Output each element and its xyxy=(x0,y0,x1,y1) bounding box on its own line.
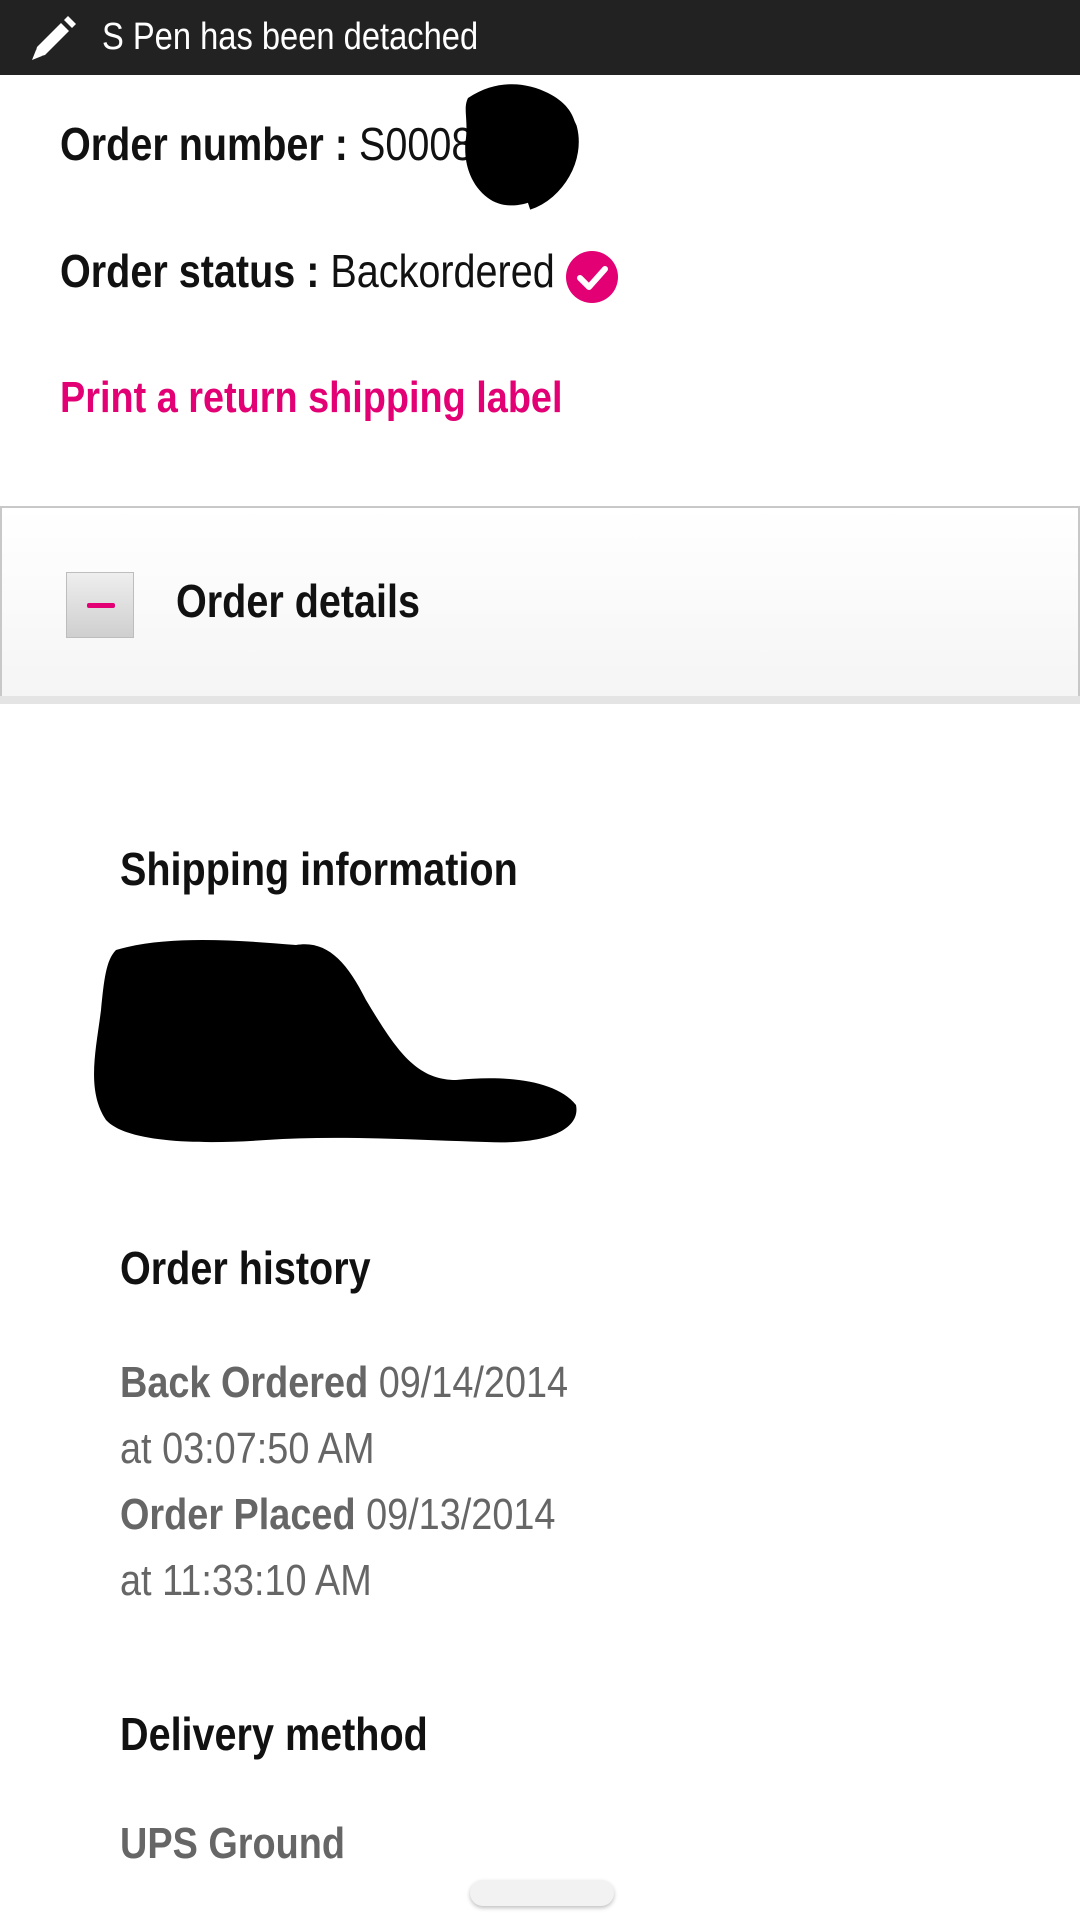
order-status-label: Order status : xyxy=(60,245,320,297)
print-return-label-link[interactable]: Print a return shipping label xyxy=(60,373,562,423)
panel-divider xyxy=(0,696,1080,704)
history-entry-time: at 11:33:10 AM xyxy=(120,1556,372,1605)
history-entry-time: at 03:07:50 AM xyxy=(120,1424,375,1473)
notification-bar: S Pen has been detached xyxy=(0,0,1080,75)
delivery-method-heading: Delivery method xyxy=(120,1708,428,1760)
order-details-panel[interactable]: Order details xyxy=(0,506,1080,698)
order-status-value: Backordered xyxy=(330,245,555,297)
order-details-title: Order details xyxy=(176,575,421,627)
order-status-row: Order status : Backordered xyxy=(60,244,555,298)
scroll-handle[interactable] xyxy=(470,1880,614,1906)
history-entry-date: 09/14/2014 xyxy=(378,1358,569,1407)
redaction-scribble xyxy=(94,940,577,1143)
shipping-information-heading: Shipping information xyxy=(120,843,518,895)
history-entry: Order Placed 09/13/2014 xyxy=(120,1490,555,1540)
delivery-method-value: UPS Ground xyxy=(120,1819,345,1868)
order-number-row: Order number : S00082 xyxy=(60,117,495,171)
history-entry: Back Ordered 09/14/2014 xyxy=(120,1358,568,1408)
check-circle-icon xyxy=(566,251,618,303)
history-entry-label: Order Placed xyxy=(120,1490,356,1539)
minus-icon xyxy=(87,603,115,608)
pen-icon xyxy=(32,16,76,60)
collapse-toggle-button[interactable] xyxy=(66,572,134,638)
history-entry-label: Back Ordered xyxy=(120,1358,369,1407)
history-entry-date: 09/13/2014 xyxy=(366,1490,556,1539)
redaction-scribble xyxy=(465,84,579,210)
order-number-label: Order number : xyxy=(60,118,348,170)
notification-text: S Pen has been detached xyxy=(102,16,479,58)
order-history-heading: Order history xyxy=(120,1242,371,1294)
order-status-page: S Pen has been detached Order number : S… xyxy=(0,0,1080,1920)
